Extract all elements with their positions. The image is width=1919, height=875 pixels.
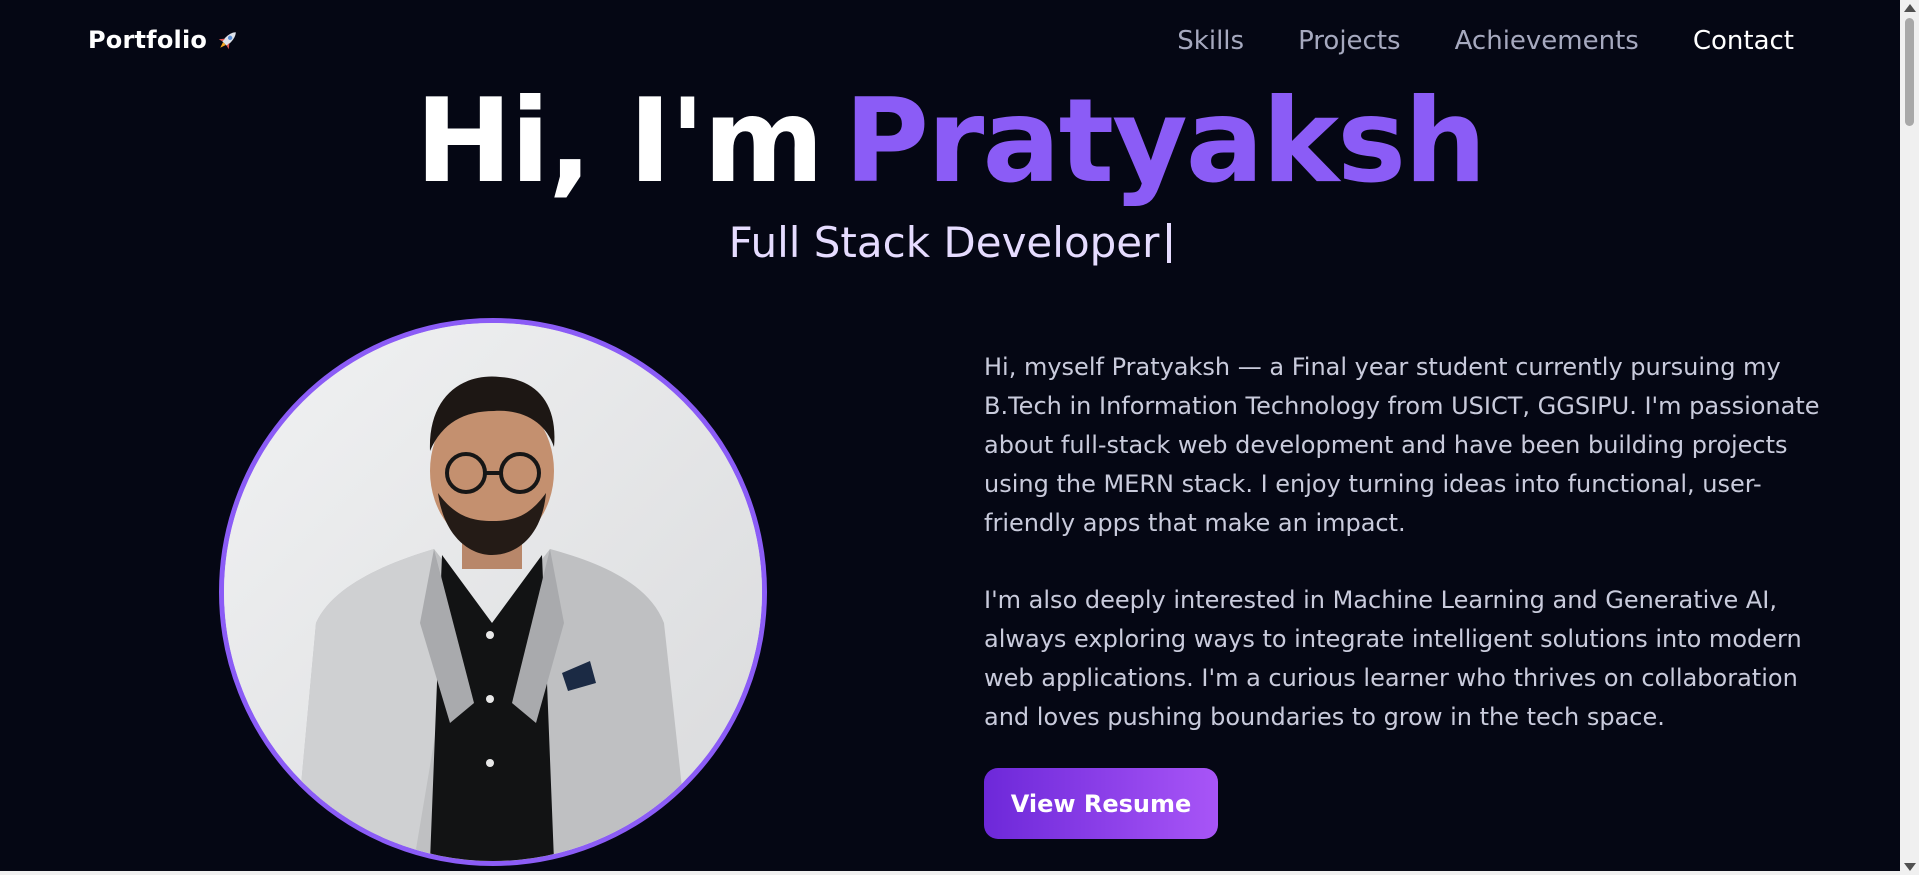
nav-link-contact[interactable]: Contact: [1693, 26, 1794, 56]
nav-link-skills[interactable]: Skills: [1177, 26, 1244, 56]
brand-logo[interactable]: Portfolio: [88, 26, 241, 54]
nav-link-achievements[interactable]: Achievements: [1455, 26, 1639, 56]
typing-cursor: [1167, 223, 1172, 263]
scroll-down-arrow-icon[interactable]: [1904, 863, 1916, 871]
portfolio-page: Portfolio Skills Projects Achievements C…: [0, 0, 1919, 875]
scroll-thumb[interactable]: [1905, 18, 1914, 126]
nav-links: Skills Projects Achievements Contact: [1177, 26, 1794, 56]
hero-role-text: Full Stack Developer: [728, 218, 1160, 267]
hero-name: Pratyaksh: [844, 74, 1487, 209]
brand-label: Portfolio: [88, 26, 208, 54]
about-paragraph-1: Hi, myself Pratyaksh — a Final year stud…: [984, 353, 1820, 537]
rocket-icon: [215, 27, 241, 53]
nav-link-projects[interactable]: Projects: [1298, 26, 1401, 56]
vertical-scrollbar[interactable]: [1900, 0, 1919, 875]
about-section: Hi, myself Pratyaksh — a Final year stud…: [984, 348, 1844, 737]
about-paragraph-2: I'm also deeply interested in Machine Le…: [984, 586, 1802, 731]
hero-heading: Hi, I'm Pratyaksh: [0, 72, 1900, 212]
hero-greeting: Hi, I'm: [415, 74, 824, 209]
hero-role: Full Stack Developer: [0, 218, 1900, 267]
horizontal-scrollbar[interactable]: [0, 871, 1900, 875]
profile-photo: [219, 318, 767, 866]
view-resume-button[interactable]: View Resume: [984, 768, 1218, 839]
scroll-up-arrow-icon[interactable]: [1904, 4, 1916, 12]
